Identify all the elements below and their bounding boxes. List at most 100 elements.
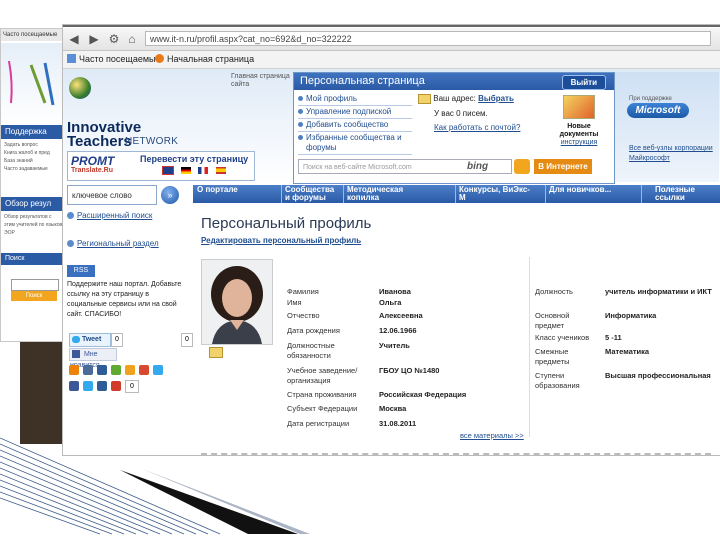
field-label: Субъект Федерации [287,404,358,413]
menu-my-profile[interactable]: Мой профиль [298,93,412,106]
field-value: учитель информатики и ИКТ [605,287,712,296]
support-item[interactable]: Книга жалоб и пред [4,149,63,157]
new-docs-line-1: Новые [567,123,591,130]
search-go-icon[interactable] [514,159,530,174]
tab-about[interactable]: О портале [197,185,277,203]
like-button[interactable]: Мне нравится [69,348,117,369]
menu-subscription[interactable]: Управление подпиской [298,106,412,119]
exit-button[interactable]: Выйти [561,75,606,90]
pencil-drawing [8,60,55,106]
field-label: Дата регистрации [287,419,350,428]
mail-choose-link[interactable]: Выбрать [478,94,514,103]
menu-favorite-communities[interactable]: Избранные сообщества и форумы [298,132,412,155]
microsoft-sites-link[interactable]: Все веб-узлы корпорации Майкрософт [629,144,717,164]
bing-logo: bing [467,161,489,172]
germany-flag-icon[interactable] [181,167,192,175]
microsoft-search-input[interactable]: Поиск на веб-сайте Microsoft.com bing [298,159,512,174]
promt-widget: PROMT Translate.Ru Перевести эту страниц… [67,151,255,181]
tweet-button[interactable]: Tweet [69,333,111,347]
tab-newcomers[interactable]: Для новичков... [549,185,639,203]
microsoft-panel: При поддержке Microsoft Все веб-узлы кор… [615,72,719,182]
spain-flag-icon[interactable] [215,167,226,175]
address-bar[interactable]: www.it-n.ru/profil.aspx?cat_no=692&d_no=… [145,31,711,46]
uk-flag-icon[interactable] [162,166,174,176]
forward-arrow-icon[interactable]: ▶ [87,32,101,46]
odnoklassniki-icon[interactable] [69,365,79,375]
message-envelope-icon[interactable] [209,347,223,358]
field-value: Информатика [605,311,657,320]
tab-communities[interactable]: Сообщества и форумы [285,185,339,203]
search-arrow-icon[interactable]: » [161,186,179,204]
extended-search-link[interactable]: Расширенный поиск [67,211,152,220]
mail-label: Ваш адрес: [433,94,476,103]
twitter-share-icon[interactable] [83,381,93,391]
edit-profile-link[interactable]: Редактировать персональный профиль [201,236,361,245]
tweet-count: 0 [111,333,123,347]
livejournal-icon[interactable] [125,365,135,375]
itn-logo-icon[interactable] [69,77,91,99]
tab-methodical[interactable]: Методическая копилка [347,185,411,203]
field-label: Отчество [287,311,320,320]
facebook-share-icon[interactable] [69,381,79,391]
tools-icon[interactable]: ⚙ [107,32,121,46]
france-flag-icon[interactable] [198,167,209,175]
vk-share-icon[interactable] [97,381,107,391]
bookmark-icon[interactable] [83,365,93,375]
window-top-border [63,25,720,27]
mail-box: Ваш адрес: Выбрать У вас 0 писем. Как ра… [418,93,542,153]
supported-by-label: При поддержке [629,96,672,102]
internet-search-button[interactable]: В Интернете [534,159,592,174]
twitter-icon[interactable] [153,365,163,375]
microsoft-logo[interactable]: Microsoft [627,103,689,118]
background-tab: Часто посещаемые [1,29,63,41]
home-icon[interactable]: ⌂ [125,32,139,46]
background-search-button[interactable]: Поиск [11,291,57,301]
documents-icon[interactable] [563,95,595,119]
browser-toolbar: ◀ ▶ ⚙ ⌂ www.it-n.ru/profil.aspx?cat_no=6… [63,28,720,51]
google-icon[interactable] [139,365,149,375]
decorative-chevron [0,430,720,540]
nav-separator [455,185,456,203]
field-label: Ступени образования [535,371,580,390]
field-value: Математика [605,347,650,356]
support-item[interactable]: Часто задаваемые [4,165,63,173]
menu-add-community[interactable]: Добавить сообщество [298,119,412,132]
instruction-link[interactable]: инструкция [561,139,598,146]
personal-menu: Мой профиль Управление подпиской Добавит… [298,93,412,155]
field-label: Смежные предметы [535,347,570,366]
favorite-home-page[interactable]: Начальная страница [167,54,254,64]
field-value: 5 -11 [605,333,622,342]
vk-icon[interactable] [97,365,107,375]
personal-title-text: Персональная страница [300,75,425,87]
mail-icon [418,93,431,104]
rss-icon[interactable]: RSS [67,265,95,277]
nav-separator [641,185,642,203]
keyword-input[interactable]: ключевое слово [67,185,157,205]
regional-section-link[interactable]: Региональный раздел [67,239,159,248]
twitter-bird-icon [72,335,80,343]
translate-link[interactable]: Перевести эту страницу [140,154,248,164]
mail-help-link[interactable]: Как работать с почтой? [418,122,542,134]
plus-share-icon[interactable] [111,381,121,391]
home-link[interactable]: Главная страница сайта [231,73,291,89]
favorite-most-visited[interactable]: Часто посещаемые [79,54,161,64]
facebook-icon [72,350,80,359]
nav-separator [343,185,344,203]
support-item[interactable]: Задать вопрос [4,141,63,149]
promt-logo[interactable]: PROMT [71,154,114,168]
field-value: Ольга [379,298,402,307]
tab-useful-links[interactable]: Полезные ссылки [655,185,719,203]
moimir-icon[interactable] [111,365,121,375]
favorites-bar: Часто посещаемые Начальная страница [63,51,720,69]
field-label: Страна проживания [287,390,357,399]
back-arrow-icon[interactable]: ◀ [67,32,81,46]
nav-separator [281,185,282,203]
support-item[interactable]: База знаний [4,157,63,165]
tab-contests[interactable]: Конкурсы, ВиЭкс-М [459,185,531,203]
new-docs-line-2: документы [559,131,599,138]
background-search-input[interactable] [11,279,59,291]
field-value: Учитель [379,341,410,350]
support-list: Задать вопрос Книга жалоб и пред База зн… [1,141,63,181]
browser-window: ◀ ▶ ⚙ ⌂ www.it-n.ru/profil.aspx?cat_no=6… [62,24,720,456]
dark-photo-strip [20,342,62,444]
